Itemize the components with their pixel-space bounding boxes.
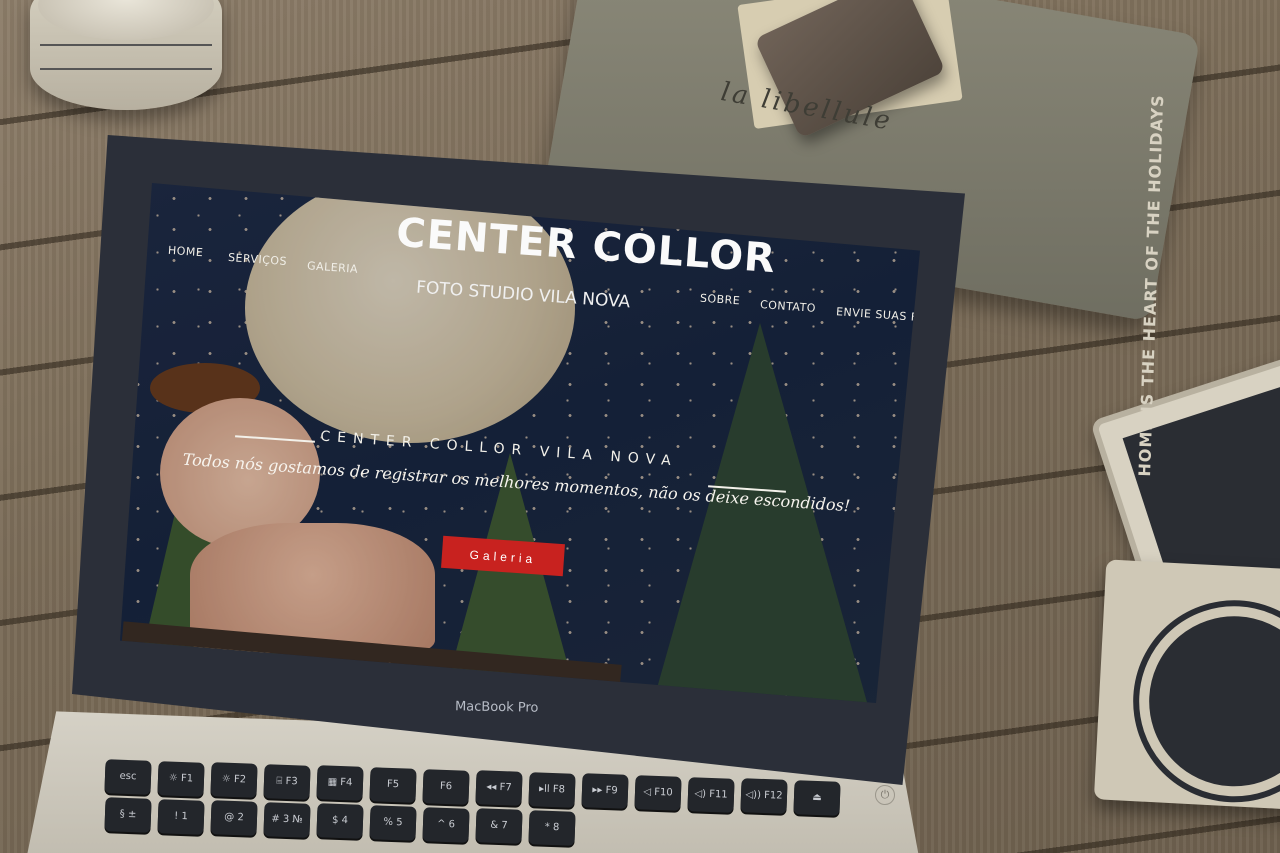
key[interactable]: $ 4 (316, 803, 364, 840)
key[interactable]: § ± (104, 797, 152, 833)
key[interactable]: ◁ F10 (634, 775, 682, 811)
nav-sobre[interactable]: SOBRE (700, 292, 741, 308)
key[interactable]: ▸ll F8 (528, 772, 576, 808)
website-screen: HOME SERVIÇOS GALERIA CENTER COLLOR FOTO… (120, 183, 920, 703)
key[interactable]: F6 (422, 768, 470, 805)
key[interactable]: F5 (369, 767, 417, 803)
desk-background: la libellule HOME IS THE HEART OF THE HO… (0, 0, 1280, 853)
power-icon[interactable]: ⏻ (875, 785, 895, 805)
key[interactable]: ▸▸ F9 (581, 773, 629, 810)
key[interactable]: ◂◂ F7 (475, 770, 523, 806)
key[interactable]: * 8 (528, 810, 576, 846)
key[interactable]: esc (104, 759, 152, 795)
jar-lid (38, 0, 214, 40)
key[interactable]: ^ 6 (422, 806, 470, 843)
key[interactable]: ⌸ F3 (263, 764, 311, 800)
key[interactable]: ☼ F2 (210, 762, 258, 798)
key[interactable]: ! 1 (157, 798, 205, 835)
key[interactable]: @ 2 (210, 800, 258, 836)
jar (30, 0, 222, 110)
key[interactable]: ◁)) F12 (740, 778, 788, 814)
key[interactable]: ◁) F11 (687, 776, 735, 813)
key[interactable]: # 3 № (263, 802, 311, 838)
laptop-brand: MacBook Pro (454, 699, 539, 716)
key[interactable]: ☼ F1 (157, 760, 205, 797)
key[interactable]: ▦ F4 (316, 765, 364, 802)
nav-home[interactable]: HOME (168, 244, 204, 259)
coaster-bottom (1093, 559, 1280, 811)
coaster-bottom-emblem (1134, 601, 1280, 802)
jar-label-band (40, 44, 212, 70)
key[interactable]: % 5 (369, 805, 417, 841)
key[interactable]: & 7 (475, 808, 523, 844)
key[interactable]: ⏏ (793, 780, 841, 816)
